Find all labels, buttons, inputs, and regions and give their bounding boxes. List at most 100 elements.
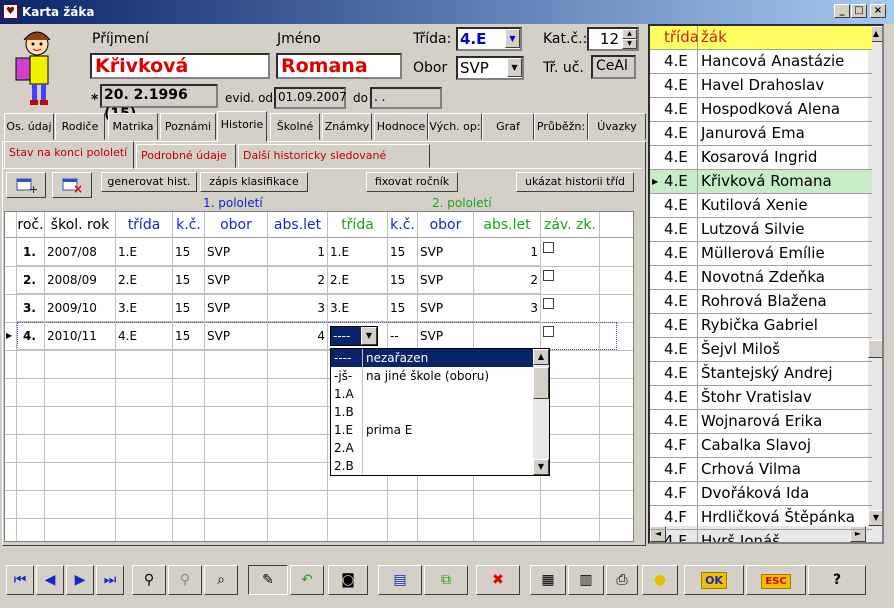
close-button[interactable]: × <box>870 4 886 18</box>
zav-zk-checkbox[interactable] <box>543 242 554 253</box>
cell-k2[interactable]: -- <box>388 322 418 350</box>
tab-5[interactable]: Školné <box>270 113 320 140</box>
cell-a2[interactable]: 2 <box>474 266 541 294</box>
ok-button[interactable]: OK <box>684 565 744 595</box>
restore-button[interactable]: □ <box>851 4 867 18</box>
student-list-item[interactable]: 4.E Rybička Gabriel <box>650 314 872 338</box>
cell-t1[interactable]: 2.E <box>116 266 173 294</box>
cell-t2[interactable]: 1.E <box>328 238 388 266</box>
find-button[interactable]: ⌕ <box>204 565 238 595</box>
cell-o1[interactable]: SVP <box>205 266 268 294</box>
subtab-0[interactable]: Stav na konci pololetí <box>4 141 134 169</box>
cell-o1[interactable]: SVP <box>205 294 268 322</box>
cell-t2[interactable]: 2.E <box>328 266 388 294</box>
cell-o1[interactable]: SVP <box>205 322 268 350</box>
fixovat-rocnik-button[interactable]: fixovat ročník <box>366 172 458 192</box>
scroll-up-icon[interactable]: ▲ <box>533 349 549 365</box>
zav-zk-checkbox[interactable] <box>543 298 554 309</box>
photo-button[interactable]: ◙ <box>328 565 368 595</box>
cell-roc[interactable]: 4. <box>17 322 45 350</box>
highlight-button[interactable]: ● <box>642 565 678 595</box>
chevron-down-icon[interactable]: ▼ <box>507 58 522 77</box>
tab-11[interactable]: Úvazky <box>588 113 646 140</box>
form-view-button[interactable]: ▦ <box>530 565 566 595</box>
cell-roc[interactable]: 2. <box>17 266 45 294</box>
undo-button[interactable]: ↶ <box>290 565 324 595</box>
edit-toggle-button[interactable]: ✎ <box>248 565 288 595</box>
next-record-button[interactable]: ▶ <box>66 565 94 595</box>
cell-t1[interactable]: 3.E <box>116 294 173 322</box>
stepper-up-icon[interactable]: ▲ <box>622 29 637 39</box>
add-row-button[interactable]: + <box>6 172 46 198</box>
cell-t2[interactable]: ---- ▼ <box>328 322 388 350</box>
report-button[interactable]: ▥ <box>568 565 604 595</box>
chevron-down-icon[interactable]: ▼ <box>505 29 520 48</box>
cell-a2[interactable]: 1 <box>474 238 541 266</box>
prijmeni-field[interactable]: Křivková <box>90 53 270 79</box>
student-list-item[interactable]: 4.E Novotná Zdeňka <box>650 266 872 290</box>
cell-a2[interactable]: 3 <box>474 294 541 322</box>
first-record-button[interactable]: ⏮ <box>6 565 34 595</box>
student-list-item[interactable]: 4.F Hyrš Jonáš <box>650 530 872 542</box>
ukazat-historii-button[interactable]: ukázat historii tříd <box>516 172 634 192</box>
filter-button[interactable]: ⚲ <box>132 565 166 595</box>
tab-6[interactable]: Známky <box>322 113 372 140</box>
tab-3[interactable]: Poznámi <box>160 113 216 140</box>
cell-rok[interactable]: 2010/11 <box>45 322 116 350</box>
jmeno-field[interactable]: Romana <box>276 53 402 79</box>
cell-k1[interactable]: 15 <box>173 266 205 294</box>
minimize-button[interactable]: _ <box>834 4 850 18</box>
cell-k1[interactable]: 15 <box>173 294 205 322</box>
student-list-item[interactable]: 4.E Rohrová Blažena <box>650 290 872 314</box>
student-list-item[interactable]: 4.E Štohr Vratislav <box>650 386 872 410</box>
student-list-item[interactable]: 4.E Kosarová Ingrid <box>650 146 872 170</box>
student-list-item[interactable]: 4.E Wojnarová Erika <box>650 410 872 434</box>
student-list-item[interactable]: 4.E Lutzová Silvie <box>650 218 872 242</box>
help-button[interactable]: ? <box>808 565 866 595</box>
cell-k1[interactable]: 15 <box>173 322 205 350</box>
cell-o1[interactable]: SVP <box>205 238 268 266</box>
zav-zk-checkbox[interactable] <box>543 326 554 337</box>
student-list-item[interactable]: 4.F Cabalka Slavoj <box>650 434 872 458</box>
cell-a1[interactable]: 4 <box>268 322 328 350</box>
cell-a1[interactable]: 3 <box>268 294 328 322</box>
cell-rok[interactable]: 2008/09 <box>45 266 116 294</box>
tab-2[interactable]: Matrika <box>108 113 158 140</box>
do-field[interactable]: . . <box>370 87 442 109</box>
obor-select[interactable]: SVP ▼ <box>456 56 524 80</box>
tab-7[interactable]: Hodnoce <box>374 113 428 140</box>
zapis-klasifikace-button[interactable]: zápis klasifikace <box>200 172 308 192</box>
cell-o2[interactable]: SVP <box>418 238 474 266</box>
tab-8[interactable]: Vých. op: <box>428 113 482 140</box>
cell-k2[interactable]: 15 <box>388 266 418 294</box>
stepper-down-icon[interactable]: ▼ <box>622 39 637 49</box>
trida-dropdown-list[interactable]: ▲ ▼ ---- nezařazen -jš-na jiné škole (obor… <box>330 348 550 476</box>
student-list-item[interactable]: 4.F Crhová Vilma <box>650 458 872 482</box>
print-button[interactable]: ⎙ <box>606 565 638 595</box>
cell-a2[interactable] <box>474 322 541 350</box>
cell-o2[interactable]: SVP <box>418 294 474 322</box>
cell-rok[interactable]: 2007/08 <box>45 238 116 266</box>
student-list-item[interactable]: ▶ 4.E Křivková Romana <box>650 170 872 194</box>
student-list-item[interactable]: 4.E Müllerová Emílie <box>650 242 872 266</box>
cell-o2[interactable]: SVP <box>418 322 474 350</box>
generovat-hist-button[interactable]: generovat hist. <box>101 172 197 192</box>
prev-record-button[interactable]: ◀ <box>36 565 64 595</box>
student-list-item[interactable]: 4.E Hancová Anastázie <box>650 50 872 74</box>
tab-10[interactable]: Průběžn: <box>534 113 588 140</box>
student-list-item[interactable]: 4.E Janurová Ema <box>650 122 872 146</box>
student-list-item[interactable]: 4.E Šejvl Miloš <box>650 338 872 362</box>
filter-off-button[interactable]: ⚲ <box>168 565 202 595</box>
delete-record-button[interactable]: ✖ <box>476 565 520 595</box>
cell-t1[interactable]: 1.E <box>116 238 173 266</box>
cell-o2[interactable]: SVP <box>418 266 474 294</box>
trida-select[interactable]: 4.E ▼ <box>456 27 522 51</box>
zav-zk-checkbox[interactable] <box>543 270 554 281</box>
cell-k1[interactable]: 15 <box>173 238 205 266</box>
chevron-down-icon[interactable]: ▼ <box>361 327 377 345</box>
delete-row-button[interactable]: × <box>52 172 92 198</box>
cell-a1[interactable]: 2 <box>268 266 328 294</box>
cell-k2[interactable]: 15 <box>388 238 418 266</box>
esc-button[interactable]: ESC <box>746 565 806 595</box>
new-record-button[interactable]: ▤ <box>378 565 422 595</box>
